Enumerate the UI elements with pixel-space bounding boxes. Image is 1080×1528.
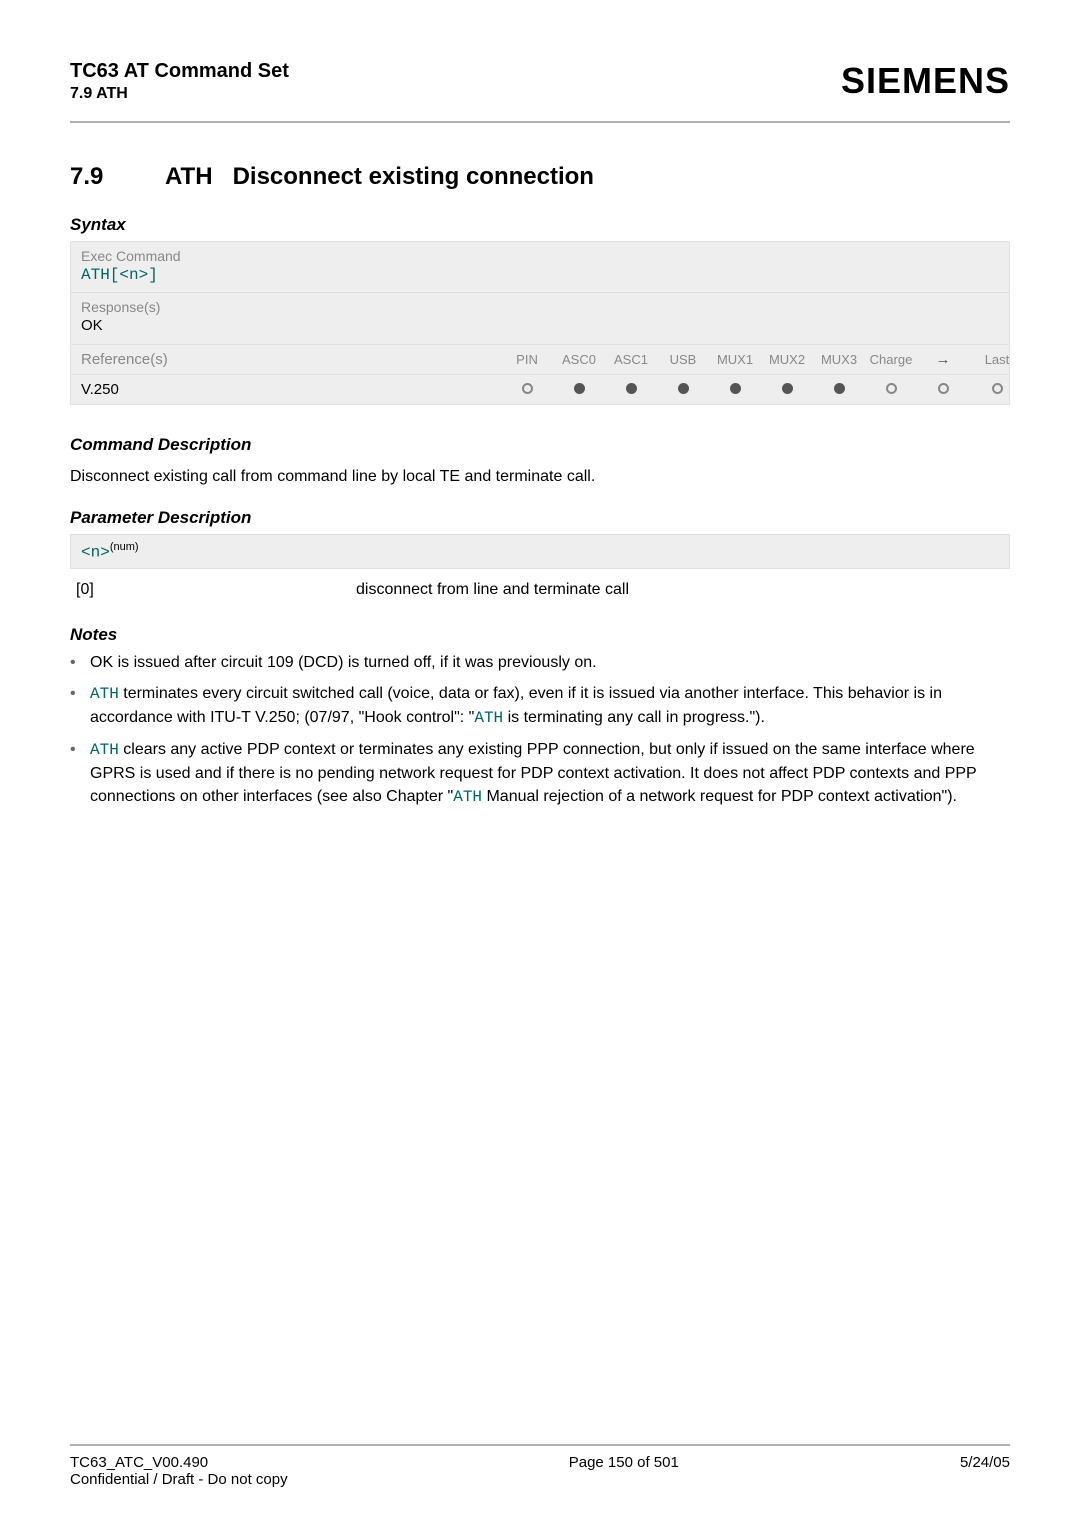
command-description-heading: Command Description: [70, 435, 1010, 455]
inline-mono: ATH: [90, 741, 119, 759]
section-heading: 7.9 ATH Disconnect existing connection: [70, 163, 1010, 191]
notes-list: • OK is issued after circuit 109 (DCD) i…: [70, 651, 1010, 818]
list-item: • ATH clears any active PDP context or t…: [70, 738, 1010, 810]
parameter-row: [0] disconnect from line and terminate c…: [76, 581, 1010, 599]
col-charge: Charge: [865, 346, 917, 373]
syntax-heading: Syntax: [70, 215, 1010, 235]
inline-mono: ATH: [474, 709, 503, 727]
footer-page-number: Page 150 of 501: [569, 1454, 679, 1488]
bullet-icon: •: [70, 738, 90, 810]
bullet-icon: •: [70, 682, 90, 730]
page-header: TC63 AT Command Set 7.9 ATH SIEMENS: [70, 60, 1010, 103]
exec-command-label: Exec Command: [81, 248, 999, 264]
inline-mono: ATH: [90, 685, 119, 703]
reference-table: Reference(s) PIN ASC0 ASC1 USB MUX1 MUX2…: [70, 345, 1010, 405]
note-span: Manual rejection of a network request fo…: [482, 788, 957, 805]
parameter-name-box: <n>(num): [70, 534, 1010, 568]
footer-confidential: Confidential / Draft - Do not copy: [70, 1471, 288, 1488]
dot-pin: [501, 376, 553, 403]
col-last: Last: [969, 346, 1025, 373]
dot-mux2: [761, 376, 813, 403]
arrow-icon: →: [917, 345, 969, 374]
dot-asc0: [553, 376, 605, 403]
col-pin: PIN: [501, 346, 553, 373]
col-mux2: MUX2: [761, 346, 813, 373]
section-number: 7.9: [70, 163, 165, 191]
footer-left: TC63_ATC_V00.490 Confidential / Draft - …: [70, 1454, 288, 1488]
exec-prefix: ATH[: [81, 266, 119, 284]
exec-param: <n>: [119, 266, 148, 284]
footer-date: 5/24/05: [960, 1454, 1010, 1488]
param-key: [0]: [76, 581, 356, 599]
reference-label: Reference(s): [71, 345, 501, 374]
header-left: TC63 AT Command Set 7.9 ATH: [70, 60, 289, 103]
doc-title: TC63 AT Command Set: [70, 60, 289, 83]
exec-command-value: ATH[<n>]: [81, 264, 999, 288]
note-text: OK is issued after circuit 109 (DCD) is …: [90, 651, 1010, 674]
dot-last: [969, 376, 1025, 403]
col-asc1: ASC1: [605, 346, 657, 373]
dot-mux3: [813, 376, 865, 403]
doc-subtitle: 7.9 ATH: [70, 85, 289, 103]
dot-asc1: [605, 376, 657, 403]
bullet-icon: •: [70, 651, 90, 674]
note-text: ATH terminates every circuit switched ca…: [90, 682, 1010, 730]
brand-logo: SIEMENS: [841, 60, 1010, 102]
note-span: is terminating any call in progress.").: [503, 709, 765, 726]
col-asc0: ASC0: [553, 346, 605, 373]
list-item: • OK is issued after circuit 109 (DCD) i…: [70, 651, 1010, 674]
command-description-text: Disconnect existing call from command li…: [70, 465, 1010, 488]
param-name: <n>: [81, 544, 110, 562]
reference-value: V.250: [71, 375, 501, 404]
col-mux1: MUX1: [709, 346, 761, 373]
list-item: • ATH terminates every circuit switched …: [70, 682, 1010, 730]
section-cmd: ATH: [165, 163, 213, 190]
col-usb: USB: [657, 346, 709, 373]
dot-usb: [657, 376, 709, 403]
syntax-box: Exec Command ATH[<n>] Response(s) OK: [70, 241, 1010, 345]
notes-heading: Notes: [70, 625, 1010, 645]
response-label: Response(s): [81, 299, 999, 315]
inline-mono: ATH: [453, 788, 482, 806]
reference-header-row: Reference(s) PIN ASC0 ASC1 USB MUX1 MUX2…: [71, 345, 1009, 375]
section-title: ATH Disconnect existing connection: [165, 163, 594, 191]
page-footer: TC63_ATC_V00.490 Confidential / Draft - …: [70, 1444, 1010, 1488]
parameter-description-heading: Parameter Description: [70, 508, 1010, 528]
exec-suffix: ]: [148, 266, 158, 284]
footer-doc-id: TC63_ATC_V00.490: [70, 1454, 288, 1471]
param-type: (num): [110, 541, 139, 553]
dot-charge: [865, 376, 917, 403]
response-value: OK: [81, 315, 999, 340]
note-text: ATH clears any active PDP context or ter…: [90, 738, 1010, 810]
header-divider: [70, 121, 1010, 123]
reference-body-row: V.250: [71, 375, 1009, 404]
param-value: disconnect from line and terminate call: [356, 581, 1010, 599]
dot-arrow: [917, 376, 969, 403]
col-mux3: MUX3: [813, 346, 865, 373]
dot-mux1: [709, 376, 761, 403]
section-desc: Disconnect existing connection: [233, 163, 594, 190]
